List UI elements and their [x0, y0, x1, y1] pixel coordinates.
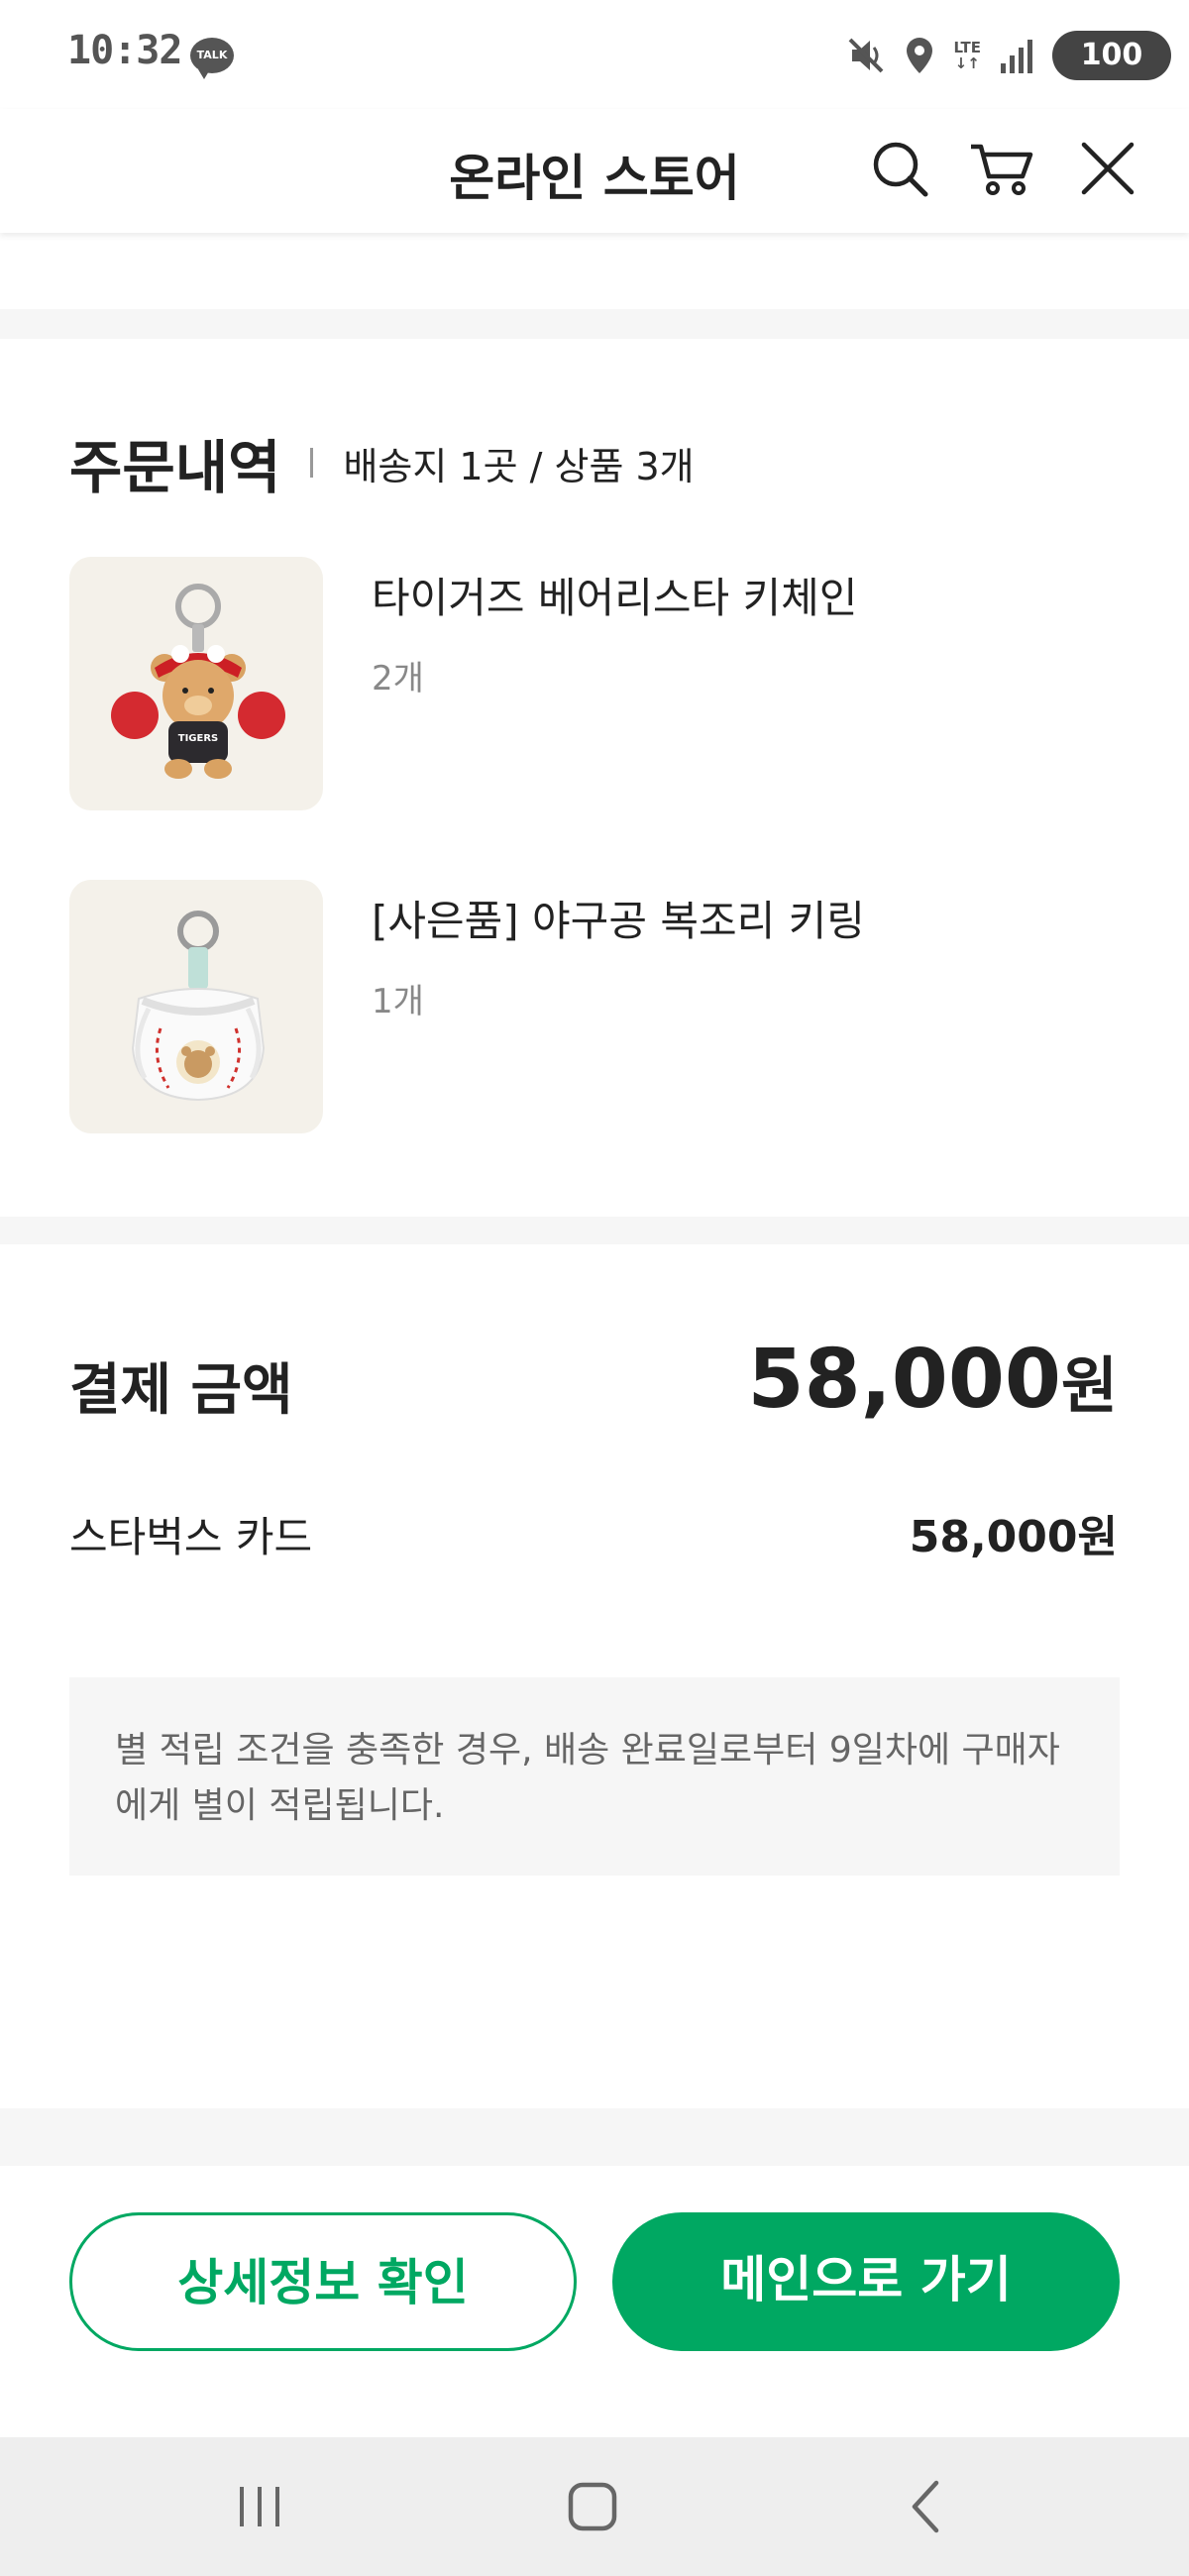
cart-icon: [971, 144, 1033, 195]
item-name: 타이거즈 베어리스타 키체인: [372, 574, 858, 622]
close-button[interactable]: [1072, 133, 1143, 204]
payment-total-unit: 원: [1060, 1349, 1118, 1422]
location-icon: [907, 38, 933, 73]
order-summary: 배송지 1곳 / 상품 3개: [343, 444, 695, 488]
section-divider: [0, 309, 1189, 339]
status-bar: 10:32 TALK LTE ↓↑ 100: [0, 0, 1189, 109]
network-label: LTE: [953, 39, 981, 56]
battery-icon: 100: [1052, 31, 1171, 80]
go-to-main-button[interactable]: 메인으로 가기: [612, 2212, 1120, 2351]
item-name: [사은품] 야구공 복조리 키링: [372, 897, 865, 945]
bear-keychain-image: TIGERS: [69, 557, 323, 810]
back-button[interactable]: [887, 2467, 966, 2546]
svg-text:TIGERS: TIGERS: [178, 733, 218, 744]
signal-icon: [1001, 40, 1032, 73]
view-details-button[interactable]: 상세정보 확인: [69, 2212, 577, 2351]
order-title-separator: [310, 448, 314, 478]
payment-amount-label: 결제 금액: [69, 1358, 293, 1423]
app-header: 온라인 스토어: [0, 109, 1189, 233]
baseball-pouch-keyring-image: [69, 880, 323, 1133]
payment-total: 58,000원: [748, 1333, 1118, 1427]
star-reward-notice: 별 적립 조건을 충족한 경우, 배송 완료일로부터 9일차에 구매자에게 별이…: [69, 1677, 1120, 1876]
payment-method-amount: 58,000원: [909, 1512, 1118, 1562]
item-quantity: 2개: [372, 659, 424, 698]
recent-apps-icon: [240, 2487, 279, 2526]
recent-apps-button[interactable]: [220, 2467, 299, 2546]
home-icon: [568, 2482, 617, 2531]
status-icons: LTE ↓↑ 100: [846, 26, 1171, 85]
mute-icon: [849, 38, 884, 73]
section-divider: [0, 1217, 1189, 1244]
close-icon: [1081, 142, 1135, 195]
payment-total-number: 58,000: [747, 1333, 1061, 1427]
back-icon: [912, 2480, 939, 2533]
system-navigation-bar: [0, 2437, 1189, 2576]
order-title: 주문내역: [69, 434, 281, 501]
search-icon: [873, 142, 928, 197]
order-header: 주문내역 배송지 1곳 / 상품 3개: [69, 421, 695, 504]
payment-method-label: 스타벅스 카드: [69, 1513, 313, 1561]
lte-icon: LTE ↓↑: [953, 40, 981, 71]
kakaotalk-notification-icon: TALK: [190, 38, 234, 79]
bottom-action-bar: 상세정보 확인 메인으로 가기: [0, 2166, 1189, 2437]
cart-button[interactable]: [967, 133, 1038, 204]
order-item[interactable]: [사은품] 야구공 복조리 키링 1개: [69, 880, 1120, 1135]
home-button[interactable]: [553, 2467, 632, 2546]
footer-background: [0, 2108, 1189, 2168]
status-time: 10:32: [67, 28, 182, 73]
order-item[interactable]: TIGERS 타이거즈 베어리스타 키체인 2개: [69, 557, 1120, 812]
data-arrows-icon: ↓↑: [954, 54, 980, 72]
item-quantity: 1개: [372, 982, 424, 1021]
search-button[interactable]: [864, 133, 935, 204]
